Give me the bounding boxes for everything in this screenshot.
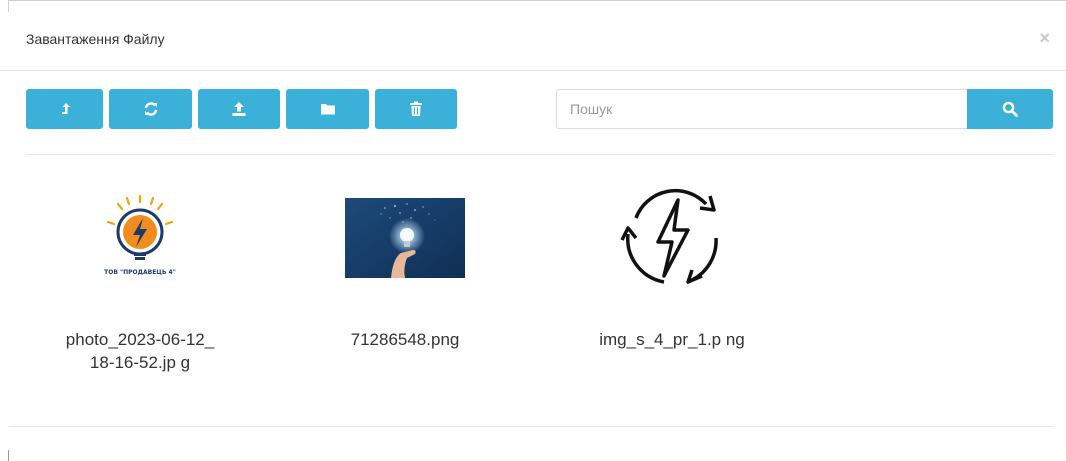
- file-name: img_s_4_pr_1.p ng: [599, 330, 745, 349]
- company-logo-text: ТОВ "ПРОДАВЕЦЬ 4": [104, 269, 176, 276]
- upload-icon: [232, 102, 246, 116]
- toolbar-divider: [26, 154, 1053, 155]
- upload-button[interactable]: [198, 89, 280, 129]
- search-bar: [556, 89, 1053, 129]
- modal-header: Завантаження Файлу ×: [0, 0, 1066, 71]
- lightbulb-photo-thumbnail: [345, 198, 465, 278]
- new-folder-button[interactable]: [286, 89, 369, 129]
- modal-corner: [8, 450, 9, 461]
- file-name: photo_2023-06-12_18-16-52.jp g: [65, 330, 215, 372]
- search-button[interactable]: [967, 89, 1053, 129]
- close-button[interactable]: ×: [1039, 28, 1050, 48]
- parent-directory-button[interactable]: [26, 89, 103, 129]
- file-thumbnail: ТОВ "ПРОДАВЕЦЬ 4": [20, 178, 260, 298]
- company-logo-thumbnail: ТОВ "ПРОДАВЕЦЬ 4": [80, 188, 200, 288]
- folder-icon: [320, 104, 335, 115]
- file-name: 71286548.png: [350, 330, 460, 349]
- level-up-icon: [61, 103, 70, 114]
- trash-icon: [410, 101, 422, 116]
- search-input[interactable]: [556, 89, 967, 129]
- refresh-button[interactable]: [109, 89, 192, 129]
- refresh-icon: [144, 102, 157, 116]
- file-thumbnail: [552, 178, 792, 298]
- lightning-cycle-icon: [620, 189, 718, 284]
- file-item[interactable]: img_s_4_pr_1.p ng: [552, 178, 792, 351]
- search-icon: [1002, 101, 1018, 117]
- file-item[interactable]: 71286548.png: [285, 178, 525, 351]
- file-toolbar: [26, 89, 457, 129]
- file-thumbnail: [285, 178, 525, 298]
- modal-title: Завантаження Файлу: [26, 31, 165, 47]
- modal-footer-divider: [9, 426, 1053, 427]
- file-item[interactable]: ТОВ "ПРОДАВЕЦЬ 4" photo_2023-06-12_18-16…: [20, 178, 260, 374]
- delete-button[interactable]: [375, 89, 457, 129]
